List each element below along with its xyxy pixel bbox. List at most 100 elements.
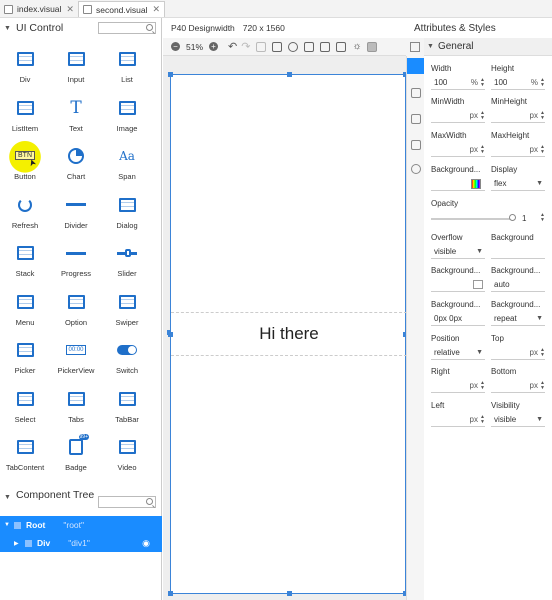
ui-control-tabcontent[interactable]: TabContent	[0, 436, 51, 484]
resize-handle[interactable]	[168, 591, 173, 596]
ui-control-div[interactable]: Div	[0, 48, 51, 96]
max-height-input[interactable]: px ▲ ▼	[491, 143, 545, 157]
close-icon[interactable]: ✕	[66, 4, 74, 15]
chevron-down-icon[interactable]: ▼	[4, 494, 12, 501]
collapse-icon[interactable]	[410, 42, 420, 52]
resize-handle[interactable]	[168, 72, 173, 77]
redo-icon[interactable]: ↷	[241, 40, 250, 53]
ui-control-chart[interactable]: Chart	[50, 145, 102, 193]
watch-icon[interactable]	[288, 41, 299, 52]
zoom-out-icon[interactable]: −	[171, 42, 180, 51]
width-input[interactable]: 100 % ▲ ▼	[431, 76, 485, 90]
ui-control-tabs[interactable]: Tabs	[50, 388, 102, 436]
ui-control-search-input[interactable]	[98, 22, 156, 34]
style-icon[interactable]	[411, 88, 421, 98]
display-select[interactable]: flex ▼	[491, 177, 545, 191]
tree-row-div[interactable]: ▶ Div "div1" ◉	[0, 534, 162, 552]
chevron-down-icon[interactable]: ▼	[4, 25, 12, 32]
ui-control-swiper[interactable]: Swiper	[101, 291, 153, 339]
color-picker-icon[interactable]	[471, 178, 481, 189]
brightness-icon[interactable]: ☼	[352, 41, 361, 52]
layers-icon[interactable]	[320, 41, 331, 52]
general-section-header[interactable]: ▼ General	[424, 38, 552, 56]
ui-control-select[interactable]: Select	[0, 388, 51, 436]
opacity-slider[interactable]	[431, 218, 513, 220]
image-icon[interactable]	[473, 280, 483, 289]
ui-control-badge[interactable]: 99+ Badge	[50, 434, 102, 484]
position-select[interactable]: relative ▼	[431, 346, 485, 360]
ui-control-picker[interactable]: Picker	[0, 339, 51, 387]
ui-control-text[interactable]: T Text	[50, 97, 102, 145]
background-image-picker[interactable]	[431, 278, 485, 292]
bottom-input[interactable]: px ▲ ▼	[491, 379, 545, 393]
left-input[interactable]: px ▲ ▼	[431, 413, 485, 427]
chevron-down-icon[interactable]: ▼	[4, 522, 10, 528]
zoom-in-icon[interactable]: +	[209, 42, 219, 51]
ui-control-refresh[interactable]: Refresh	[0, 194, 51, 242]
tablet-icon[interactable]	[272, 41, 283, 52]
ui-control-dialog[interactable]: Dialog	[101, 194, 153, 242]
settings-icon[interactable]	[411, 164, 421, 174]
ui-control-menu[interactable]: Menu	[0, 291, 51, 339]
ui-control-pickerview[interactable]: 00:00 PickerView	[50, 339, 102, 387]
opacity-input[interactable]: 1 ▲ ▼	[519, 211, 545, 225]
stepper-icon[interactable]: ▲ ▼	[540, 110, 545, 121]
background-repeat-select[interactable]: repeat ▼	[491, 312, 545, 326]
grid-icon[interactable]	[366, 41, 377, 52]
top-input[interactable]: px ▲ ▼	[491, 346, 545, 360]
ui-control-list[interactable]: List	[101, 48, 153, 96]
ui-control-option[interactable]: Option	[50, 291, 102, 339]
visibility-select[interactable]: visible ▼	[491, 413, 545, 427]
eye-icon[interactable]: ◉	[142, 538, 150, 549]
tab-index-visual[interactable]: index.visual ✕	[0, 1, 78, 17]
background-position-input[interactable]: 0px 0px	[431, 312, 485, 326]
properties-icon[interactable]	[407, 58, 425, 74]
tree-row-root[interactable]: ▼ Root "root"	[0, 516, 162, 534]
stepper-icon[interactable]: ▲ ▼	[540, 347, 545, 358]
resize-handle[interactable]	[287, 72, 292, 77]
ui-control-progress[interactable]: Progress	[50, 242, 102, 290]
stepper-icon[interactable]: ▲ ▼	[480, 414, 485, 425]
ui-control-input[interactable]: Input	[50, 48, 102, 96]
opacity-slider-handle[interactable]	[509, 214, 516, 221]
stepper-icon[interactable]: ▲ ▼	[480, 144, 485, 155]
max-width-input[interactable]: px ▲ ▼	[431, 143, 485, 157]
height-input[interactable]: 100 % ▲ ▼	[491, 76, 545, 90]
ui-control-stack[interactable]: Stack	[0, 242, 51, 290]
stepper-icon[interactable]: ▲ ▼	[540, 380, 545, 391]
frame-icon[interactable]	[336, 41, 347, 52]
stepper-icon[interactable]: ▲ ▼	[540, 144, 545, 155]
stepper-icon[interactable]: ▲ ▼	[540, 77, 545, 88]
overflow-select[interactable]: visible ▼	[431, 245, 485, 259]
resize-handle[interactable]	[287, 591, 292, 596]
undo-icon[interactable]: ↶	[228, 40, 237, 53]
stepper-icon[interactable]: ▲ ▼	[480, 77, 485, 88]
event-icon[interactable]	[411, 114, 421, 124]
stepper-icon[interactable]: ▲ ▼	[540, 213, 545, 223]
min-height-input[interactable]: px ▲ ▼	[491, 109, 545, 123]
min-width-input[interactable]: px ▲ ▼	[431, 109, 485, 123]
ui-control-image[interactable]: Image	[101, 97, 153, 145]
right-input[interactable]: px ▲ ▼	[431, 379, 485, 393]
stepper-icon[interactable]: ▲ ▼	[480, 110, 485, 121]
ui-control-slider[interactable]: Slider	[101, 242, 153, 290]
ui-control-video[interactable]: Video	[101, 436, 153, 484]
box-model-icon[interactable]	[411, 140, 421, 150]
ui-control-span[interactable]: Aa Span	[101, 145, 153, 193]
stepper-icon[interactable]: ▲ ▼	[480, 380, 485, 391]
ui-control-switch[interactable]: Switch	[101, 339, 153, 387]
close-icon[interactable]: ✕	[153, 4, 161, 15]
tab-second-visual[interactable]: second.visual ✕	[78, 1, 166, 17]
canvas-text-component[interactable]: Hi there	[167, 312, 411, 356]
chevron-right-icon[interactable]: ▶	[14, 540, 20, 547]
device-canvas[interactable]: Hi there	[167, 72, 411, 596]
device-name[interactable]: P40 Designwidth	[171, 23, 235, 33]
resize-handle[interactable]	[167, 330, 171, 335]
ui-control-tabbar[interactable]: TabBar	[101, 388, 153, 436]
background-color-picker[interactable]	[431, 177, 485, 191]
ui-control-divider[interactable]: Divider	[50, 194, 102, 242]
background-size-input[interactable]: auto	[491, 278, 545, 292]
phone-icon[interactable]	[256, 41, 267, 52]
tv-icon[interactable]	[304, 41, 315, 52]
background-input[interactable]	[491, 245, 545, 259]
